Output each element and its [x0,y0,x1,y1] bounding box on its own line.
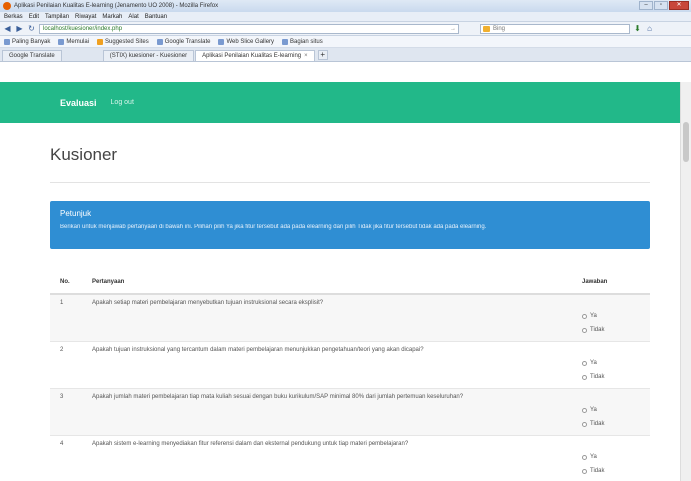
bookmark-icon [97,38,104,45]
scrollbar-thumb[interactable] [683,122,689,162]
menu-item-tampilan[interactable]: Tampilan [45,14,69,20]
page-title: Kusioner [50,145,118,164]
bookmark-item[interactable]: Web Slice Gallery [218,38,274,45]
answer-cell: Ya Tidak [572,341,650,389]
option-ya[interactable]: Ya [582,451,646,463]
search-box[interactable]: Bing [480,23,630,34]
menu-bar: Berkas Edit Tampilan Riwayat Markah Alat… [0,12,691,22]
option-ya[interactable]: Ya [582,310,646,322]
instruction-box: Petunjuk Berikan untuk menjawab pertanya… [50,201,650,249]
menu-item-bantuan[interactable]: Bantuan [145,14,167,20]
table-header-row: No. Pertanyaan Jawaban [50,271,650,295]
radio-button[interactable] [582,374,587,380]
menu-item-riwayat[interactable]: Riwayat [75,14,96,20]
option-tidak[interactable]: Tidak [582,371,646,383]
radio-button[interactable] [582,313,587,319]
search-placeholder: Bing [493,25,506,32]
download-icon[interactable]: ⬇ [633,24,642,33]
go-arrow-icon[interactable]: → [450,25,456,33]
table-row: 2 Apakah tujuan instruksional yang terca… [50,341,650,389]
option-tidak[interactable]: Tidak [582,324,646,336]
question-text: Apakah jumlah materi pembelajaran tiap m… [82,388,572,436]
address-bar[interactable]: localhost/kuesioner/index.php → [39,23,459,34]
option-ya[interactable]: Ya [582,404,646,416]
tab-google-translate[interactable]: Google Translate [2,50,62,61]
bookmark-item[interactable]: Memulai [58,38,89,45]
page-scrollbar[interactable] [680,82,691,481]
question-text: Apakah tujuan instruksional yang tercant… [82,341,572,389]
address-bar-url: localhost/kuesioner/index.php [43,25,123,32]
bookmark-item[interactable]: Bagian situs [282,38,323,45]
question-number: 1 [50,293,82,342]
bookmark-icon [58,38,65,45]
header-no: No. [50,271,82,295]
bookmark-icon [218,38,225,45]
question-number: 2 [50,341,82,389]
header-answer: Jawaban [572,271,650,295]
menu-item-berkas[interactable]: Berkas [4,14,23,20]
tab-kuesioner-admin[interactable]: (STIX) kuesioner - Kuesioner [102,50,195,61]
radio-button[interactable] [582,468,587,474]
window-title: Aplikasi Penilaian Kualitas E-learning (… [14,3,219,9]
web-page: Evaluasi Log out Kusioner Petunjuk Berik… [0,82,680,481]
radio-button[interactable] [582,360,587,366]
window-controls: – ▫ ✕ [639,1,689,10]
radio-button[interactable] [582,421,587,427]
close-window-button[interactable]: ✕ [669,1,689,10]
app-navbar: Evaluasi Log out [0,82,680,123]
question-text: Apakah sistem e-learning menyediakan fit… [82,435,572,481]
app-brand[interactable]: Evaluasi [60,98,97,108]
instruction-text: Berikan untuk menjawab pertanyaan di baw… [60,224,487,230]
header-question: Pertanyaan [82,271,572,295]
navigation-toolbar: ◀ ▶ ↻ localhost/kuesioner/index.php → Bi… [0,22,691,36]
radio-button[interactable] [582,407,587,413]
answer-cell: Ya Tidak [572,293,650,342]
maximize-button[interactable]: ▫ [654,1,668,10]
reload-icon[interactable]: ↻ [27,24,36,33]
bookmark-icon [4,38,10,45]
bookmark-item[interactable]: Suggested Sites [97,38,149,45]
question-text: Apakah setiap materi pembelajaran menyeb… [82,293,572,342]
firefox-logo-icon [3,2,11,10]
forward-arrow-icon[interactable]: ▶ [15,24,24,33]
bookmark-icon [282,38,289,45]
new-tab-button[interactable]: + [317,50,328,60]
option-tidak[interactable]: Tidak [582,465,646,477]
bookmark-item[interactable]: Google Translate [156,38,210,45]
answer-cell: Ya Tidak [572,388,650,436]
close-tab-icon[interactable]: × [304,53,308,59]
questionnaire-table: No. Pertanyaan Jawaban 1 Apakah setiap m… [50,271,650,481]
menu-item-edit[interactable]: Edit [29,14,39,20]
option-tidak[interactable]: Tidak [582,418,646,430]
tab-aplikasi-penilaian[interactable]: Aplikasi Penilaian Kualitas E-learning × [195,50,315,61]
menu-item-alat[interactable]: Alat [128,14,138,20]
back-arrow-icon[interactable]: ◀ [3,24,12,33]
search-engine-icon [483,25,490,32]
radio-button[interactable] [582,454,587,460]
minimize-button[interactable]: – [639,1,653,10]
logout-link[interactable]: Log out [111,99,134,106]
bookmark-item[interactable]: Paling Banyak [4,38,50,45]
question-number: 3 [50,388,82,436]
table-row: 1 Apakah setiap materi pembelajaran meny… [50,293,650,342]
radio-button[interactable] [582,327,587,333]
tab-strip: Google Translate (STIX) kuesioner - Kues… [0,48,691,62]
home-icon[interactable]: ⌂ [645,24,654,33]
window-titlebar: Aplikasi Penilaian Kualitas E-learning (… [0,0,691,12]
instruction-heading: Petunjuk [60,209,92,218]
menu-item-markah[interactable]: Markah [102,14,122,20]
answer-cell: Ya Tidak [572,435,650,481]
table-row: 4 Apakah sistem e-learning menyediakan f… [50,435,650,481]
bookmark-icon [156,38,163,45]
bookmarks-bar: Paling Banyak Memulai Suggested Sites Go… [0,36,691,48]
title-divider [50,182,650,183]
option-ya[interactable]: Ya [582,357,646,369]
question-number: 4 [50,435,82,481]
table-row: 3 Apakah jumlah materi pembelajaran tiap… [50,388,650,436]
